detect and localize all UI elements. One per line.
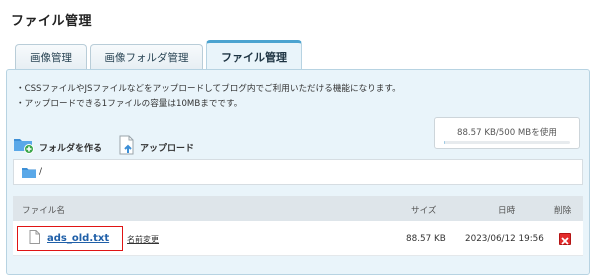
- create-folder-label: フォルダを作る: [39, 143, 103, 154]
- file-table: ファイル名 サイズ 日時 削除 ads_old.txt 名前変更 88.57 K…: [13, 196, 583, 256]
- tab-file-management[interactable]: ファイル管理: [206, 40, 302, 70]
- folder-plus-icon: [13, 136, 35, 158]
- header-filename: ファイル名: [22, 206, 65, 216]
- table-row: ads_old.txt 名前変更 88.57 KB 2023/06/12 19:…: [13, 221, 583, 256]
- current-path-text: /: [39, 167, 43, 177]
- upload-label: アップロード: [140, 143, 195, 154]
- page-title: ファイル管理: [11, 14, 93, 29]
- current-path[interactable]: /: [13, 159, 583, 185]
- tab-bar: 画像管理 画像フォルダ管理 ファイル管理: [10, 40, 590, 70]
- storage-usage-box: 88.57 KB/500 MBを使用: [434, 117, 580, 149]
- upload-file-icon: [118, 135, 136, 159]
- storage-usage-fill: [444, 141, 445, 144]
- header-delete: 削除: [554, 206, 572, 216]
- file-icon: [29, 229, 40, 248]
- file-name-link[interactable]: ads_old.txt: [47, 233, 109, 244]
- tab-image-folder-management[interactable]: 画像フォルダ管理: [90, 44, 203, 70]
- create-folder-button[interactable]: フォルダを作る: [13, 136, 102, 158]
- rename-link[interactable]: 名前変更: [127, 234, 159, 245]
- folder-icon: [22, 163, 36, 182]
- file-date: 2023/06/12 19:56: [465, 234, 544, 244]
- close-icon: [561, 230, 569, 249]
- file-name-cell: ads_old.txt: [17, 226, 123, 251]
- header-date: 日時: [498, 206, 516, 216]
- header-size: サイズ: [411, 206, 437, 216]
- tab-image-management[interactable]: 画像管理: [15, 44, 87, 70]
- description-line-1: ・CSSファイルやJSファイルなどをアップロードしてブログ内でご利用いただける機…: [16, 84, 401, 94]
- storage-usage-text: 88.57 KB/500 MBを使用: [457, 128, 557, 138]
- table-header: ファイル名 サイズ 日時 削除: [13, 196, 583, 221]
- upload-button[interactable]: アップロード: [118, 135, 194, 159]
- description: ・CSSファイルやJSファイルなどをアップロードしてブログ内でご利用いただける機…: [16, 82, 401, 112]
- delete-button[interactable]: [559, 233, 571, 245]
- description-line-2: ・アップロードできる1ファイルの容量は10MBまでです。: [16, 99, 243, 109]
- file-size: 88.57 KB: [406, 234, 446, 244]
- action-bar: フォルダを作る アップロード: [13, 135, 210, 159]
- storage-usage-bar: [444, 141, 570, 144]
- file-management-panel: ・CSSファイルやJSファイルなどをアップロードしてブログ内でご利用いただける機…: [6, 69, 590, 275]
